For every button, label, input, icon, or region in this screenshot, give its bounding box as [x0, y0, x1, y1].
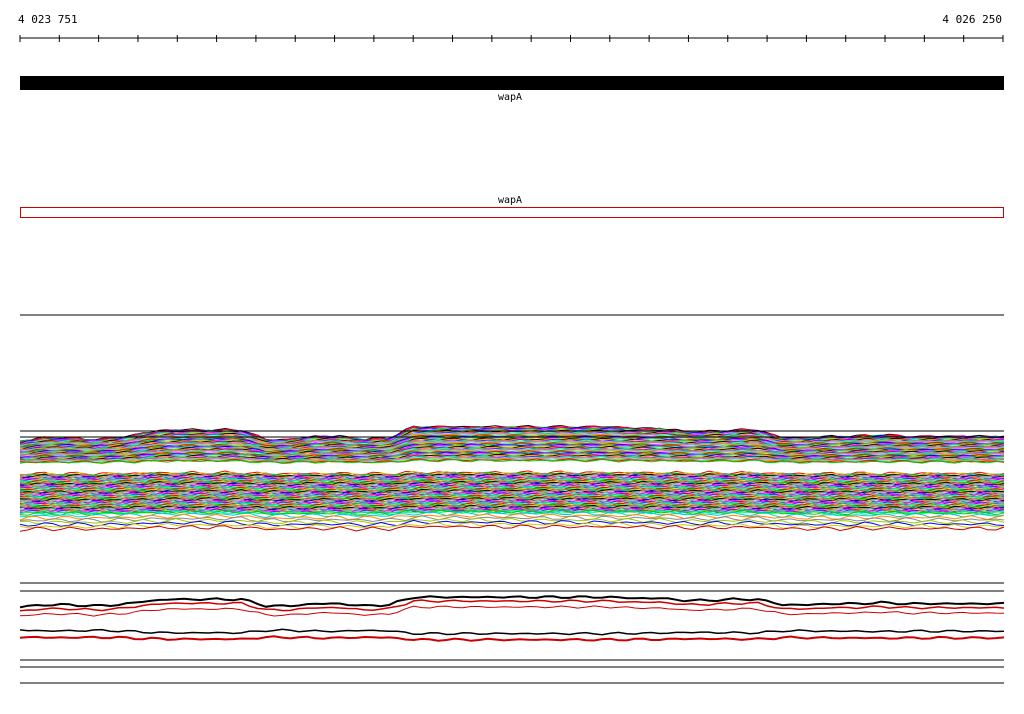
genome-track-canvas: [19, 35, 1005, 684]
gene-feature-bar[interactable]: [20, 76, 1004, 90]
summary-line: [19, 635, 1005, 642]
annotation-feature-box[interactable]: [20, 207, 1004, 218]
bottom-separators: [20, 582, 1004, 684]
summary-line: [19, 628, 1005, 636]
annotation-label-wapA: wapA: [497, 195, 523, 206]
position-ruler: [19, 35, 1004, 42]
summary-coverage-lines: [19, 595, 1005, 642]
gene-label-wapA: wapA: [497, 92, 523, 103]
summary-line: [19, 605, 1005, 617]
coverage-profile-lines: [19, 424, 1005, 532]
summary-line: [19, 595, 1005, 609]
